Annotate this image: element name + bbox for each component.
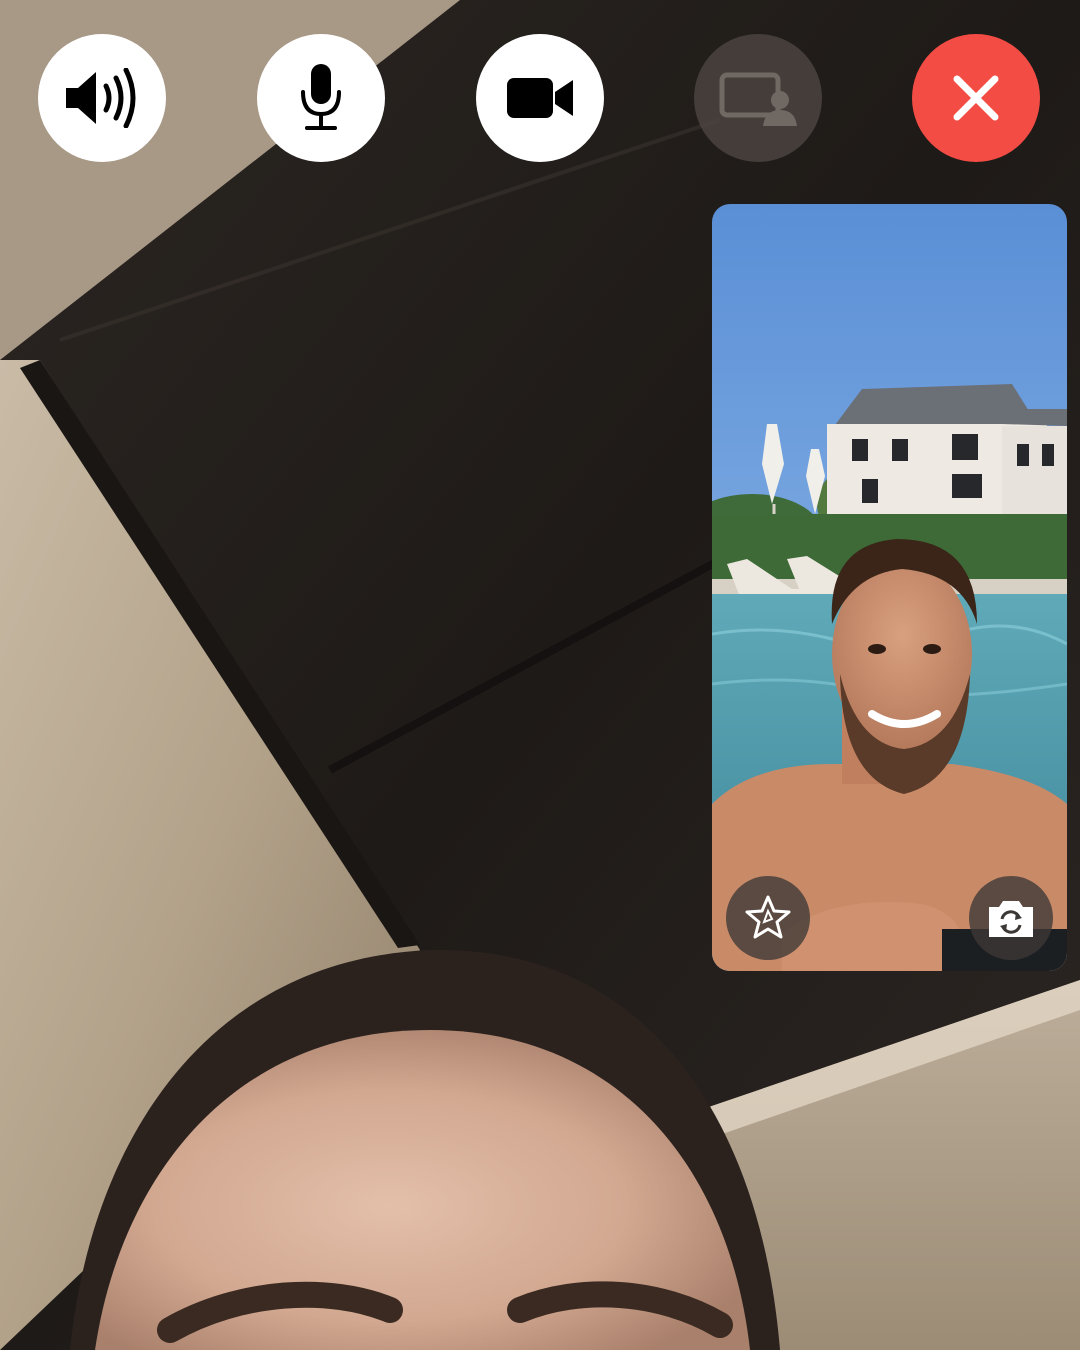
self-view[interactable]	[712, 204, 1067, 971]
self-view-video	[712, 204, 1067, 971]
camera-flip-icon	[989, 901, 1033, 937]
effects-button[interactable]	[726, 876, 810, 960]
microphone-icon	[301, 64, 341, 130]
camera-button[interactable]	[476, 34, 604, 162]
share-screen-button[interactable]	[694, 34, 822, 162]
effects-star-icon	[745, 895, 791, 939]
speaker-icon	[66, 68, 136, 128]
close-icon	[953, 75, 999, 121]
video-camera-icon	[507, 78, 573, 118]
mute-button[interactable]	[257, 34, 385, 162]
speaker-button[interactable]	[38, 34, 166, 162]
flip-camera-button[interactable]	[969, 876, 1053, 960]
screen-share-icon	[719, 72, 797, 126]
end-call-button[interactable]	[912, 34, 1040, 162]
